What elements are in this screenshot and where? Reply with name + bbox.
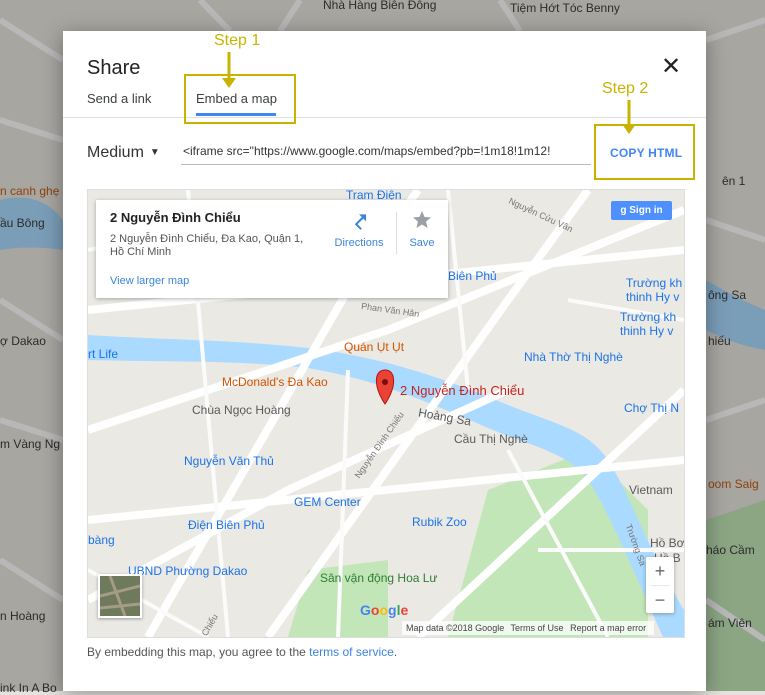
sign-in-label: Sign in	[629, 205, 663, 216]
step1-highlight-box	[184, 74, 296, 124]
map-label: Chùa Ngọc Hoàng	[192, 403, 291, 417]
directions-icon	[354, 214, 367, 230]
step2-annotation: Step 2	[602, 80, 649, 97]
map-attribution: Map data ©2018 Google Terms of Use Repor…	[402, 621, 655, 635]
map-label: Biên Phủ	[448, 269, 497, 283]
embed-code-field[interactable]	[183, 144, 588, 158]
place-title: 2 Nguyễn Đình Chiểu	[110, 210, 241, 225]
star-icon	[413, 211, 431, 228]
close-icon[interactable]: ✕	[659, 55, 683, 79]
directions-label: Directions	[334, 237, 384, 249]
google-logo: Google	[360, 602, 409, 618]
tab-send-a-link[interactable]: Send a link	[87, 91, 151, 106]
map-label: Điện Biên Phủ	[188, 518, 265, 532]
directions-button[interactable]: Directions	[324, 210, 394, 249]
tab-divider	[63, 117, 706, 118]
zoom-in-button[interactable]: +	[646, 557, 674, 585]
terms-of-use-link[interactable]: Terms of Use	[511, 623, 564, 633]
terms-prefix: By embedding this map, you agree to the	[87, 645, 310, 659]
card-divider	[396, 212, 397, 254]
place-info-card: 2 Nguyễn Đình Chiểu 2 Nguyễn Đình Chiểu,…	[96, 200, 448, 298]
map-label: Trường kh	[620, 310, 677, 324]
step1-annotation: Step 1	[214, 32, 261, 49]
satellite-toggle[interactable]	[98, 574, 142, 618]
map-data-text: Map data ©2018 Google	[406, 623, 505, 633]
map-label: Nguyễn Văn Thủ	[184, 454, 274, 468]
zoom-control: + −	[646, 557, 674, 613]
map-label: Chợ Thị N	[624, 401, 679, 415]
map-label: Sân vận động Hoa Lư	[320, 571, 438, 585]
map-label: Vietnam	[629, 483, 673, 497]
embed-code-underline	[181, 164, 591, 165]
save-label: Save	[409, 237, 435, 249]
map-label: thinh Hy v	[626, 290, 680, 304]
step2-highlight-box	[594, 124, 695, 180]
map-label: thinh Hy v	[620, 324, 674, 338]
map-label: Cầu Thị Nghè	[454, 432, 528, 446]
pin-label: 2 Nguyễn Đình Chiểu	[400, 383, 525, 398]
map-size-select[interactable]: Medium ▼	[87, 144, 160, 162]
embedded-map[interactable]: Tram Điện Biên Phủ Trường kh thinh Hy v …	[87, 189, 685, 638]
map-label: rt Life	[88, 347, 119, 361]
map-label: Hồ Bơ	[650, 536, 685, 550]
google-plus-icon: g	[620, 205, 627, 216]
report-map-error-link[interactable]: Report a map error	[570, 623, 646, 633]
sign-in-button[interactable]: g Sign in	[611, 201, 672, 220]
map-label: Trường kh	[626, 276, 683, 290]
terms-suffix: .	[393, 645, 398, 659]
map-label: Nhà Thờ Thị Nghè	[524, 350, 623, 364]
save-button[interactable]: Save	[402, 210, 442, 249]
place-address: 2 Nguyễn Đình Chiểu, Đa Kao, Quận 1, Hồ …	[110, 233, 304, 258]
dialog-title: Share	[87, 57, 141, 79]
view-larger-map-link[interactable]: View larger map	[110, 275, 189, 287]
chevron-down-icon: ▼	[149, 147, 160, 159]
map-label: McDonald's Đa Kao	[222, 375, 328, 389]
map-label: Rubik Zoo	[412, 515, 467, 529]
map-label: GEM Center	[294, 495, 361, 509]
map-label: bàng	[88, 533, 115, 547]
map-label: Quán Ụt Ụt	[344, 340, 405, 354]
satellite-thumbnail	[99, 575, 141, 617]
map-size-value: Medium	[87, 144, 144, 161]
map-label: UBND Phường Dakao	[128, 564, 248, 578]
terms-of-service-link[interactable]: terms of service	[309, 645, 394, 659]
embed-terms-notice: By embedding this map, you agree to the …	[87, 645, 397, 659]
zoom-out-button[interactable]: −	[646, 586, 674, 614]
